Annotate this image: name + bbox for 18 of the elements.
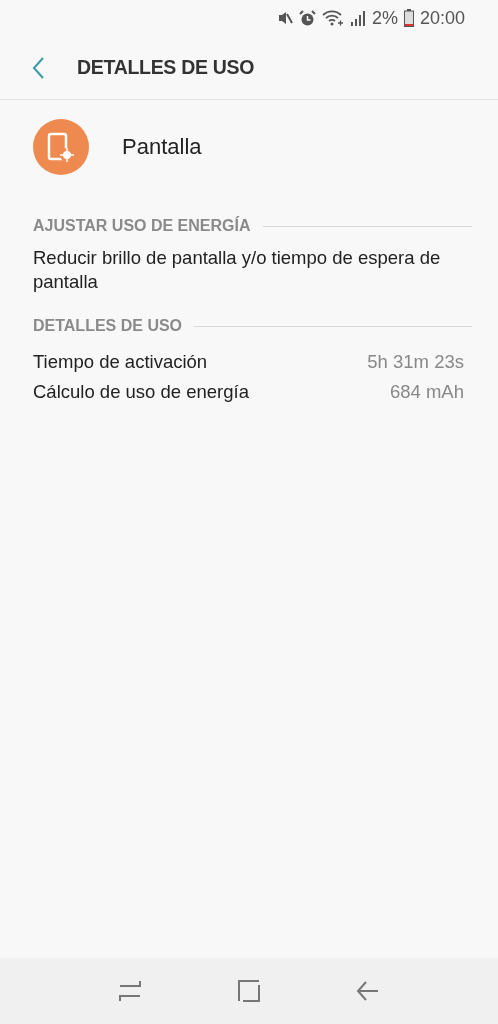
alarm-icon [298, 9, 316, 27]
section-header: DETALLES DE USO [33, 317, 183, 335]
clock-time: 20:00 [419, 7, 465, 29]
app-name: Pantalla [122, 134, 202, 160]
chevron-left-icon[interactable] [31, 55, 45, 80]
detail-value: 5h 31m 23s [367, 351, 464, 373]
detail-label: Tiempo de activación [33, 351, 208, 373]
setting-description[interactable]: Reducir brillo de pantalla y/o tiempo de espera de pantalla [33, 246, 453, 294]
wifi-icon [321, 10, 344, 26]
display-settings-icon [33, 119, 89, 175]
signal-icon [349, 10, 366, 26]
mute-icon [276, 10, 293, 26]
battery-icon [403, 9, 414, 27]
page-title: DETALLES DE USO [77, 56, 255, 79]
battery-percent: 2% [371, 7, 398, 29]
section-header: AJUSTAR USO DE ENERGÍA [33, 217, 251, 235]
detail-label: Cálculo de uso de energía [33, 381, 249, 403]
detail-value: 684 mAh [389, 381, 464, 403]
